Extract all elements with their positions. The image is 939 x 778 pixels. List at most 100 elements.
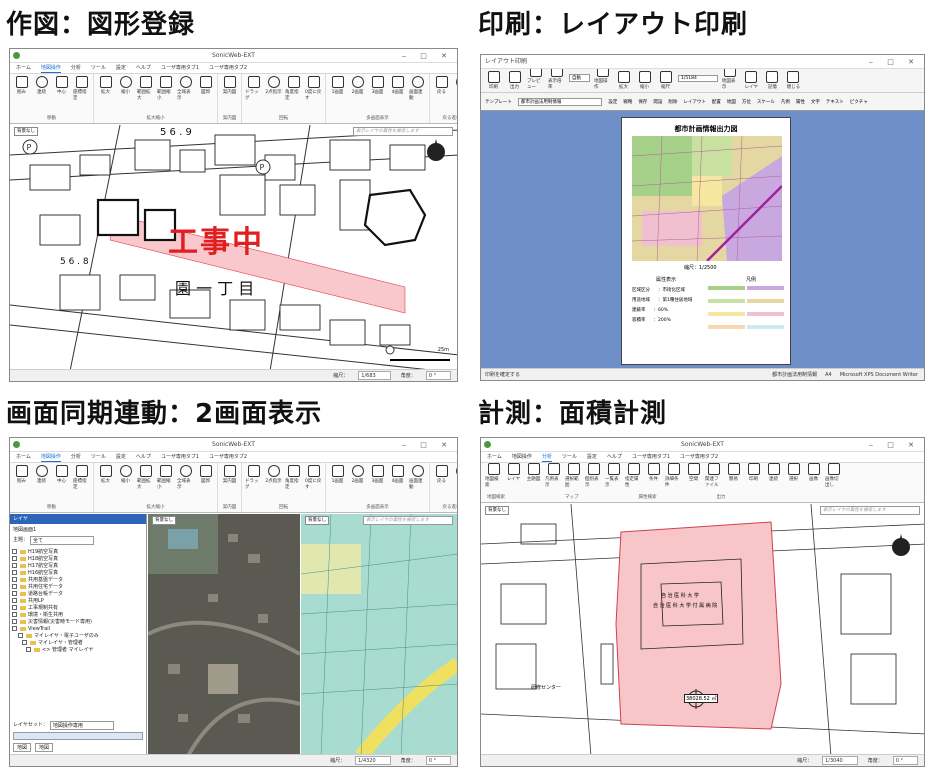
ribbon-button[interactable]: 4画面: [389, 465, 406, 495]
print-tool-button[interactable]: 拡大: [615, 71, 632, 90]
ribbon-button[interactable]: 範囲縮小: [157, 465, 174, 495]
layout-tool-button[interactable]: ピクチャ: [850, 99, 868, 105]
window-controls[interactable]: ‒ □ ✕: [402, 438, 453, 452]
ribbon-button[interactable]: 一覧表示: [605, 463, 622, 493]
checkbox-icon[interactable]: [12, 570, 17, 575]
ribbon-button[interactable]: 縮小: [117, 76, 134, 106]
ribbon-button[interactable]: 選択範囲: [565, 463, 582, 493]
menu-item[interactable]: ユーザ専用タブ2: [209, 63, 247, 73]
scale-input[interactable]: 1/683: [358, 371, 391, 380]
layer-tree-item[interactable]: マイレイヤ・電子ユーザのみ: [10, 633, 146, 640]
angle-input[interactable]: 0 °: [425, 371, 451, 380]
menu-item[interactable]: ツール: [91, 452, 106, 462]
checkbox-icon[interactable]: [12, 577, 17, 582]
layerset-select[interactable]: 地図操作専用: [49, 721, 114, 730]
layout-tool-button[interactable]: レイアウト: [683, 99, 706, 105]
ribbon-button[interactable]: 簡易: [725, 463, 742, 493]
layer-tree-item[interactable]: ViewTrail: [10, 626, 146, 633]
layer-tree-item[interactable]: 共用住宅データ: [10, 584, 146, 591]
ribbon-button[interactable]: 2画面: [349, 76, 366, 106]
ribbon-button[interactable]: 縮小: [117, 465, 134, 495]
aerial-map-view[interactable]: 背景なし: [148, 514, 300, 754]
checkbox-icon[interactable]: [12, 556, 17, 561]
ribbon-button[interactable]: 案内図: [221, 76, 238, 106]
ribbon-button[interactable]: 指定属性: [625, 463, 642, 493]
layer-tree-item[interactable]: 共用LP: [10, 598, 146, 605]
layer-tree-item[interactable]: 環境・衛生共用: [10, 612, 146, 619]
layer-apply-button[interactable]: [13, 732, 143, 740]
layout-tool-button[interactable]: 凡例: [781, 99, 790, 105]
ribbon-button[interactable]: 凡例表示: [545, 463, 562, 493]
vector-map-view[interactable]: 背景なし 表示レイヤの属性を検索します: [301, 514, 457, 754]
print-tool-button[interactable]: 印刷: [485, 71, 502, 90]
checkbox-icon[interactable]: [12, 612, 17, 617]
print-tool-button[interactable]: 縮尺: [657, 71, 674, 90]
ribbon-button[interactable]: レイヤ: [505, 463, 522, 493]
menu-item[interactable]: 地図操作: [512, 452, 532, 462]
ribbon-button[interactable]: 拡大: [97, 465, 114, 495]
ribbon-button[interactable]: 図郭: [197, 465, 214, 495]
background-selector[interactable]: 背景なし: [14, 127, 38, 136]
menu-item[interactable]: ユーザ専用タブ2: [680, 452, 718, 462]
layout-tool-button[interactable]: 削除: [668, 99, 677, 105]
ribbon-button[interactable]: 連続: [765, 463, 782, 493]
map-canvas[interactable]: [481, 504, 924, 754]
map-view[interactable]: P P 背景なし 表示レイヤの属性を検索します 工事中 園 一 丁 目 5 6 …: [10, 125, 457, 369]
layer-tree-item[interactable]: 道路台帳データ: [10, 591, 146, 598]
window-controls[interactable]: ‒ □ ✕: [869, 438, 920, 452]
ribbon-button[interactable]: 戻る: [433, 76, 450, 106]
menu-item[interactable]: 分析: [71, 452, 81, 462]
layer-tree-item[interactable]: H19航空写真: [10, 549, 146, 556]
ribbon-button[interactable]: 中心: [53, 76, 70, 106]
search-input[interactable]: 表示レイヤの属性を検索します: [353, 127, 453, 136]
template-select[interactable]: 都市計画法用制情報: [517, 97, 603, 106]
ribbon-button[interactable]: ドラッグ: [245, 76, 262, 106]
menu-item[interactable]: ヘルプ: [607, 452, 622, 462]
ribbon-button[interactable]: 関連ファイル: [705, 463, 722, 493]
layout-tool-button[interactable]: 配置: [712, 99, 721, 105]
layout-tool-button[interactable]: 開設: [653, 99, 662, 105]
ribbon-button[interactable]: 印刷: [745, 463, 762, 493]
scale-input[interactable]: 1/3040: [822, 756, 858, 765]
ribbon-button[interactable]: 座標指定: [73, 465, 90, 495]
menu-item[interactable]: ツール: [562, 452, 577, 462]
left-background-selector[interactable]: 背景なし: [152, 516, 176, 525]
menu-item[interactable]: 設定: [587, 452, 597, 462]
layout-tool-button[interactable]: 設定: [608, 99, 617, 105]
layer-tree-item[interactable]: マイレイヤ・管理者: [10, 640, 146, 647]
checkbox-icon[interactable]: [12, 549, 17, 554]
ribbon-button[interactable]: 拡大: [97, 76, 114, 106]
map-view[interactable]: 背景なし 表示レイヤの属性を検索します 自 治 医 科 大 学 自 治 医 科 …: [481, 504, 924, 754]
layer-tree-item[interactable]: 災害情報(災害時モード専用): [10, 619, 146, 626]
theme-select[interactable]: 全て: [30, 536, 95, 545]
ribbon-button[interactable]: 座標指定: [73, 76, 90, 106]
search-input[interactable]: 表示レイヤの属性を検索します: [820, 506, 920, 515]
ribbon-button[interactable]: 範囲縮小: [157, 76, 174, 106]
ribbon-button[interactable]: 0度に戻す: [305, 76, 322, 106]
ribbon-button[interactable]: 個別表示: [585, 463, 602, 493]
checkbox-icon[interactable]: [22, 640, 27, 645]
ribbon-button[interactable]: 全域表示: [177, 465, 194, 495]
print-tool-button[interactable]: レイヤ: [743, 71, 760, 90]
ribbon-button[interactable]: 地図検索: [485, 463, 502, 493]
checkbox-icon[interactable]: [12, 619, 17, 624]
menu-item[interactable]: ホーム: [487, 452, 502, 462]
ribbon-button[interactable]: 詳細条件: [665, 463, 682, 493]
print-tool-button[interactable]: 縮小: [636, 71, 653, 90]
layout-tool-button[interactable]: 地図: [727, 99, 736, 105]
print-tool-button[interactable]: 記憶: [764, 71, 781, 90]
menu-item[interactable]: ユーザ専用タブ1: [632, 452, 670, 462]
print-tool-button[interactable]: 出力: [506, 71, 523, 90]
layer-tree-item[interactable]: 共用基盤データ: [10, 577, 146, 584]
ribbon-button[interactable]: 3画面: [369, 76, 386, 106]
ribbon-button[interactable]: 範囲拡大: [137, 465, 154, 495]
checkbox-icon[interactable]: [12, 605, 17, 610]
layout-tool-button[interactable]: 保存: [638, 99, 647, 105]
search-input[interactable]: 表示レイヤの属性を検索します: [363, 516, 453, 525]
ribbon-button[interactable]: 掴み: [13, 465, 30, 495]
layout-tool-button[interactable]: スケール: [757, 99, 775, 105]
window-controls[interactable]: ‒ □ ✕: [869, 55, 920, 69]
ribbon-button[interactable]: 進む: [453, 465, 457, 495]
ribbon-button[interactable]: 空間: [685, 463, 702, 493]
menu-item[interactable]: ホーム: [16, 63, 31, 73]
